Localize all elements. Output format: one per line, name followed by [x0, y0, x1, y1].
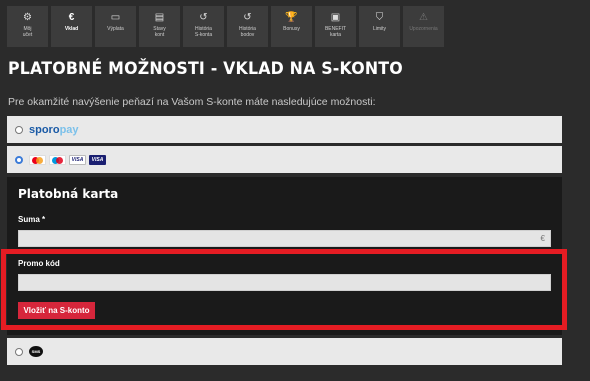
id-card-icon: ▣ [330, 12, 341, 23]
payment-option-sms[interactable]: SMS [7, 338, 562, 365]
nav-label: Môj učet [22, 26, 33, 38]
card-payment-panel: Platobná karta Suma * € Promo kód Vložiť… [7, 177, 562, 335]
nav-notifications[interactable]: ⚠ Upozornenia [403, 6, 444, 47]
nav-label: Limity [372, 26, 387, 32]
sporopay-radio[interactable] [15, 125, 23, 134]
sporopay-logo-pay: pay [59, 123, 79, 136]
payment-option-sporopay[interactable]: sporopay [7, 116, 562, 143]
visa-electron-icon: VISA [89, 154, 106, 165]
visa-icon: VISA [69, 154, 86, 165]
card-icon: ▭ [110, 12, 121, 23]
nav-label: Výplata [107, 26, 124, 32]
nav-label: História bodov [239, 26, 256, 38]
maestro-icon [49, 154, 66, 165]
nav-label: História S-konta [194, 26, 213, 38]
deposit-submit-button[interactable]: Vložiť na S-konto [18, 302, 95, 319]
gear-icon: ⚙ [23, 12, 32, 23]
nav-label: BENEFIT karta [324, 26, 347, 38]
sms-icon: SMS [29, 346, 43, 357]
nav-limits[interactable]: ⛉ Limity [359, 6, 400, 47]
promo-code-field[interactable] [18, 274, 551, 291]
nav-points-history[interactable]: ↺ História bodov [227, 6, 268, 47]
history-icon: ↺ [243, 12, 252, 23]
card-logos: VISA VISA [29, 154, 106, 165]
sporopay-logo: sporopay [29, 124, 79, 136]
promo-code-label: Promo kód [18, 259, 60, 268]
amount-label: Suma * [18, 215, 46, 224]
nav-deposit[interactable]: € Vklad [51, 6, 92, 47]
warning-icon: ⚠ [419, 12, 428, 23]
currency-symbol: € [540, 234, 545, 243]
mastercard-icon [29, 154, 46, 165]
sms-radio[interactable] [15, 347, 23, 356]
account-nav: ⚙ Môj učet € Vklad ▭ Výplata ▤ Stavy kon… [7, 6, 444, 47]
intro-text: Pre okamžité navýšenie peňazí na Vašom S… [8, 96, 376, 108]
card-radio[interactable] [15, 155, 23, 164]
amount-field[interactable]: € [18, 230, 551, 247]
nav-label: Upozornenia [409, 26, 438, 32]
sporopay-logo-sporo: sporo [29, 123, 60, 136]
nav-label: Bonusy [283, 26, 300, 32]
list-icon: ▤ [154, 12, 165, 23]
panel-title: Platobná karta [18, 187, 119, 201]
trophy-icon: 🏆 [285, 12, 298, 23]
page-title: PLATOBNÉ MOŽNOSTI - VKLAD NA S-KONTO [8, 59, 403, 79]
nav-my-account[interactable]: ⚙ Môj učet [7, 6, 48, 47]
nav-withdrawal[interactable]: ▭ Výplata [95, 6, 136, 47]
shield-icon: ⛉ [375, 12, 384, 23]
history-icon: ↺ [199, 12, 208, 23]
nav-bonuses[interactable]: 🏆 Bonusy [271, 6, 312, 47]
nav-benefit-card[interactable]: ▣ BENEFIT karta [315, 6, 356, 47]
nav-account-balances[interactable]: ▤ Stavy kont [139, 6, 180, 47]
payment-option-card[interactable]: VISA VISA [7, 146, 562, 173]
nav-label: Vklad [64, 26, 79, 32]
nav-s-konto-history[interactable]: ↺ História S-konta [183, 6, 224, 47]
nav-label: Stavy kont [153, 26, 166, 38]
euro-icon: € [68, 12, 75, 23]
